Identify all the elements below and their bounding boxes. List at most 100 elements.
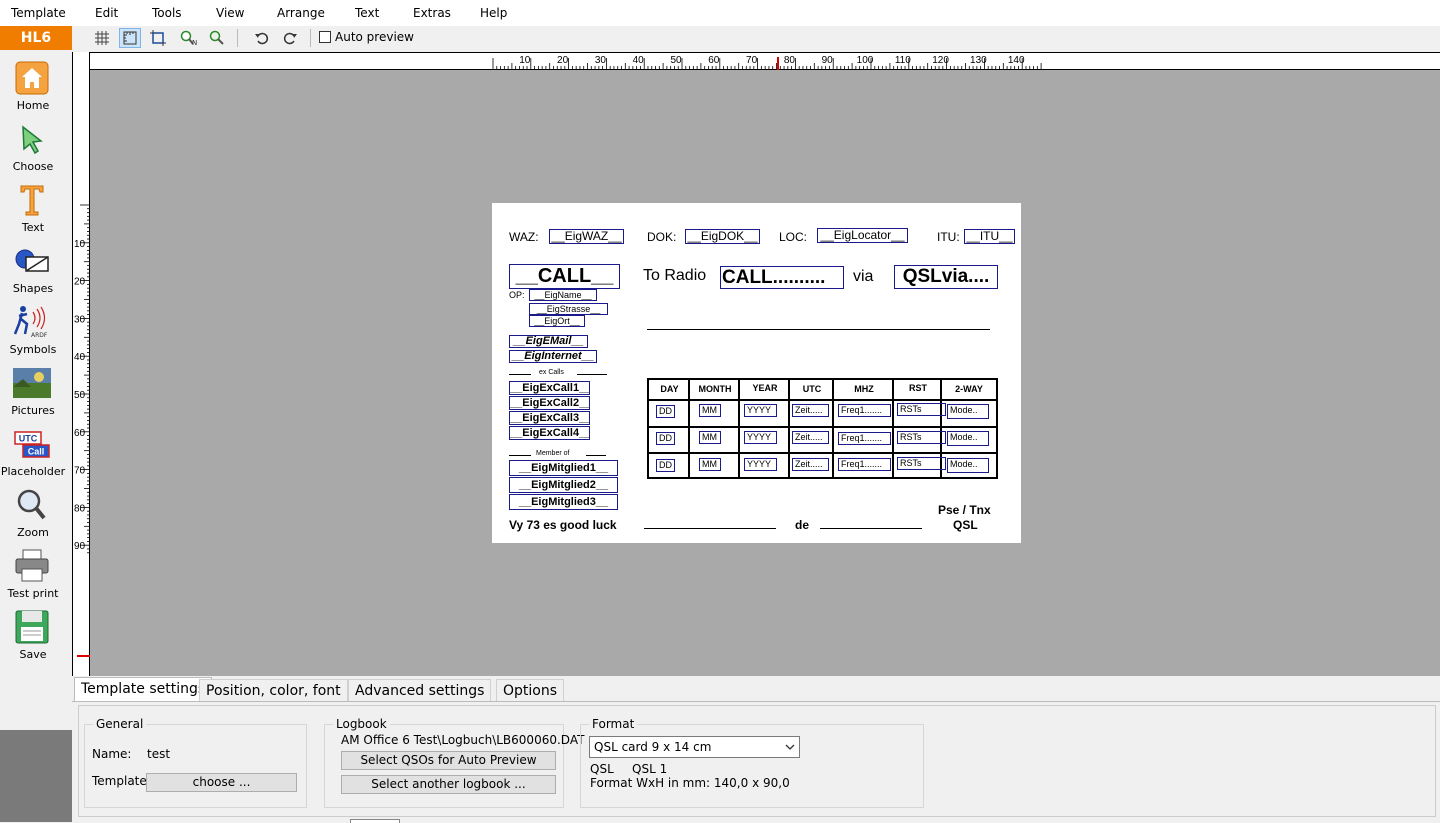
grid-button[interactable] — [91, 28, 113, 48]
frequency-field[interactable]: Freq1....... — [838, 404, 891, 417]
qsl-card[interactable]: WAZ: __EigWAZ__ DOK: __EigDOK__ LOC: __E… — [492, 203, 1021, 543]
tool-sidebar: Home Choose Text Shapes ARDF Symbols Pic… — [0, 50, 66, 730]
table-row-line — [649, 426, 996, 428]
call-field[interactable]: __CALL__ — [509, 264, 620, 289]
tab-template-settings[interactable]: Template settings — [74, 677, 213, 701]
pointer-arrow-icon — [22, 125, 43, 155]
town-field[interactable]: __EigOrt__ — [529, 315, 585, 327]
separator-line — [647, 329, 990, 330]
redo-button[interactable] — [279, 28, 301, 48]
ex-call-field[interactable]: __EigExCall3__ — [509, 411, 590, 425]
design-canvas[interactable]: WAZ: __EigWAZ__ DOK: __EigDOK__ LOC: __E… — [90, 70, 1440, 676]
time-field[interactable]: Zeit..... — [792, 431, 829, 444]
sidebar-item-test-print[interactable]: Test print — [0, 540, 66, 600]
undo-icon — [255, 32, 269, 45]
year-field[interactable]: YYYY — [744, 431, 777, 444]
op-label: OP: — [509, 290, 525, 300]
via-label: via — [853, 268, 874, 285]
rst-field[interactable]: RSTs — [897, 431, 946, 444]
signature-line — [820, 528, 922, 529]
ex-call-field[interactable]: __EigExCall1__ — [509, 381, 590, 395]
internet-field[interactable]: __EigInternet__ — [509, 350, 597, 363]
itu-field[interactable]: __ITU__ — [964, 229, 1015, 244]
greeting-label: Vy 73 es good luck — [509, 518, 617, 532]
auto-preview-checkbox[interactable]: Auto preview — [319, 30, 414, 44]
street-field[interactable]: __EigStrasse__ — [529, 303, 608, 315]
horizontal-ruler: 10 20 30 40 50 60 70 80 90 100 110 120 130 140 — [90, 52, 1440, 70]
sidebar-item-pictures[interactable]: Pictures — [0, 357, 66, 417]
member-field[interactable]: __EigMitglied1__ — [509, 460, 618, 476]
day-field[interactable]: DD — [656, 405, 675, 418]
name-value: test — [147, 747, 171, 761]
sidebar-item-home[interactable]: Home — [0, 52, 66, 112]
format-title: Format — [589, 717, 638, 731]
day-field[interactable]: DD — [656, 432, 675, 445]
sidebar-item-zoom[interactable]: Zoom — [0, 479, 66, 539]
select-qsos-button[interactable]: Select QSOs for Auto Preview — [341, 751, 556, 770]
zoom-button[interactable] — [206, 28, 228, 48]
menu-text[interactable]: Text — [355, 6, 379, 20]
year-field[interactable]: YYYY — [744, 458, 777, 471]
qsl-via-field[interactable]: QSLvia.... — [894, 265, 998, 289]
toolbar: N Auto preview — [72, 26, 1440, 50]
sidebar-item-shapes[interactable]: Shapes — [0, 235, 66, 295]
locator-field[interactable]: __EigLocator__ — [817, 228, 908, 243]
month-field[interactable]: MM — [699, 431, 721, 444]
format-select[interactable]: QSL card 9 x 14 cm — [589, 736, 800, 758]
menu-template[interactable]: Template — [11, 6, 66, 20]
checkbox-box[interactable] — [319, 31, 331, 43]
time-field[interactable]: Zeit..... — [792, 404, 829, 417]
tab-advanced-settings[interactable]: Advanced settings — [348, 679, 492, 701]
ruler-button[interactable] — [119, 28, 141, 48]
email-field[interactable]: __EigEMail__ — [509, 335, 588, 348]
sidebar-item-placeholder[interactable]: UTC Call Placeholder — [0, 418, 66, 478]
toolbar-separator — [310, 29, 311, 47]
dok-field[interactable]: __EigDOK__ — [685, 229, 760, 244]
menu-extras[interactable]: Extras — [413, 6, 451, 20]
sidebar-item-text[interactable]: Text — [0, 174, 66, 234]
frequency-field[interactable]: Freq1....... — [838, 432, 891, 445]
menu-tools[interactable]: Tools — [152, 6, 182, 20]
logbook-title: Logbook — [333, 717, 390, 731]
member-field[interactable]: __EigMitglied2__ — [509, 477, 618, 493]
undo-button[interactable] — [251, 28, 273, 48]
day-field[interactable]: DD — [656, 459, 675, 472]
select-logbook-button[interactable]: Select another logbook ... — [341, 775, 556, 794]
frequency-field[interactable]: Freq1....... — [838, 458, 891, 471]
menu-help[interactable]: Help — [480, 6, 507, 20]
ex-call-field[interactable]: __EigExCall2__ — [509, 396, 590, 410]
qso-table[interactable]: DAY MONTH YEAR UTC MHZ RST 2-WAY DD MM Y… — [647, 378, 998, 479]
month-field[interactable]: MM — [699, 458, 721, 471]
rst-field[interactable]: RSTs — [897, 403, 946, 416]
sidebar-item-save[interactable]: Save — [0, 601, 66, 661]
mode-field[interactable]: Mode.. — [947, 404, 989, 419]
menu-arrange[interactable]: Arrange — [277, 6, 325, 20]
sidebar-item-choose[interactable]: Choose — [0, 113, 66, 173]
month-field[interactable]: MM — [699, 404, 721, 417]
frame-button[interactable] — [147, 28, 169, 48]
waz-field[interactable]: __EigWAZ__ — [549, 229, 624, 244]
year-field[interactable]: YYYY — [744, 404, 777, 417]
tab-options[interactable]: Options — [496, 679, 565, 701]
redo-icon — [283, 32, 297, 45]
choose-template-button[interactable]: choose ... — [146, 773, 297, 792]
mode-field[interactable]: Mode.. — [947, 431, 989, 446]
header-2-way: 2-WAY — [955, 384, 983, 394]
mode-field[interactable]: Mode.. — [947, 458, 989, 473]
header-day: DAY — [660, 384, 679, 394]
to-call-field[interactable]: CALL.......... — [720, 266, 844, 289]
ex-call-field[interactable]: __EigExCall4__ — [509, 426, 590, 440]
zoom-fit-button[interactable]: N — [178, 28, 200, 48]
sidebar-item-symbols[interactable]: ARDF Symbols — [0, 296, 66, 356]
ruler-label: 140 — [1008, 55, 1025, 66]
rst-field[interactable]: RSTs — [897, 457, 946, 470]
tab-position-color-font[interactable]: Position, color, font — [199, 679, 348, 701]
name-field[interactable]: __EigName__ — [529, 289, 597, 301]
time-field[interactable]: Zeit..... — [792, 458, 829, 471]
menu-edit[interactable]: Edit — [95, 6, 118, 20]
zoom-icon — [17, 489, 46, 520]
de-label: de — [795, 518, 810, 532]
member-field[interactable]: __EigMitglied3__ — [509, 494, 618, 510]
menu-view[interactable]: View — [216, 6, 244, 20]
ruler-label: 50 — [670, 55, 682, 66]
